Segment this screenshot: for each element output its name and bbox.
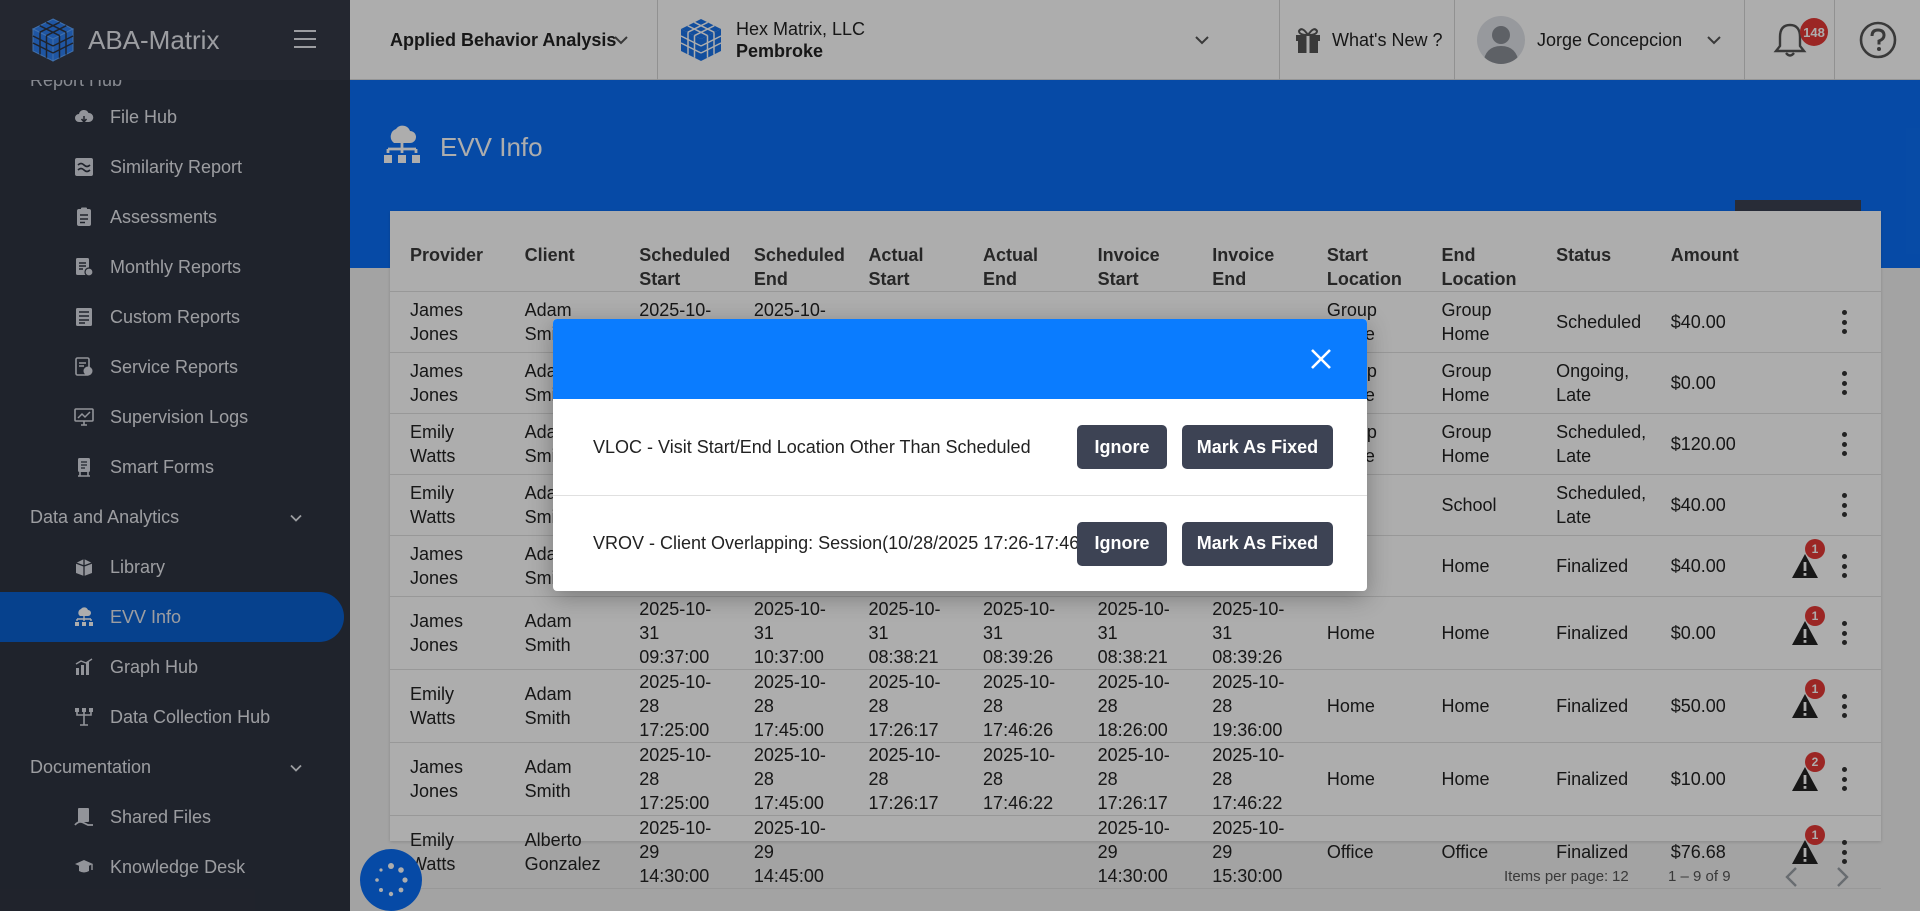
issue-text: VROV - Client Overlapping: Session(10/28…: [593, 533, 1086, 553]
issue-row: VLOC - Visit Start/End Location Other Th…: [553, 399, 1367, 495]
dialog-header: [553, 319, 1367, 399]
ignore-button[interactable]: Ignore: [1077, 425, 1167, 469]
issue-text: VLOC - Visit Start/End Location Other Th…: [593, 436, 1031, 457]
evv-issue-dialog: VLOC - Visit Start/End Location Other Th…: [553, 319, 1367, 591]
ignore-button[interactable]: Ignore: [1077, 521, 1167, 566]
close-icon[interactable]: [1309, 347, 1333, 371]
issue-row: VROV - Client Overlapping: Session(10/28…: [553, 495, 1367, 591]
mark-as-fixed-button[interactable]: Mark As Fixed: [1182, 521, 1333, 566]
mark-as-fixed-button[interactable]: Mark As Fixed: [1182, 425, 1333, 469]
